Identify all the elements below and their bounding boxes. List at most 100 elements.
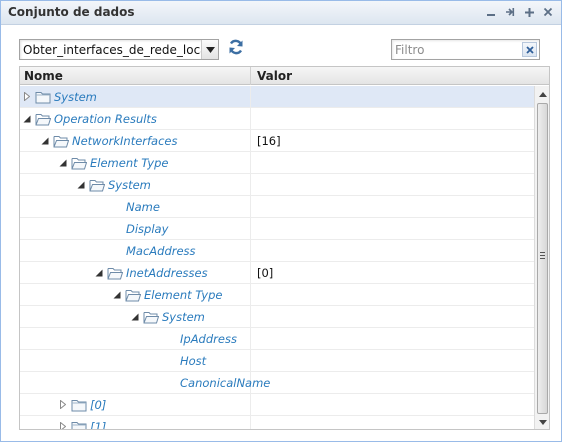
tree-node: Element Type xyxy=(112,284,222,305)
tree-node: NetworkInterfaces xyxy=(40,130,178,151)
tree-row[interactable]: InetAddresses [0] xyxy=(20,262,534,284)
tree-name-cell: [0] xyxy=(20,394,251,415)
tree-node: System xyxy=(76,174,151,195)
panel-titlebar: Conjunto de dados xyxy=(1,1,561,25)
tree-node: System xyxy=(22,86,97,107)
operation-select[interactable]: Obter_interfaces_de_rede_local xyxy=(19,39,219,60)
tree-row[interactable]: Host xyxy=(20,350,534,372)
tree-name-cell: Element Type xyxy=(20,152,251,173)
maximize-icon[interactable] xyxy=(522,5,536,19)
minimize-icon[interactable] xyxy=(484,5,498,19)
dataset-panel: Conjunto de dados Obter_interfaces_de_re… xyxy=(0,0,562,442)
tree-name-cell: Name xyxy=(20,196,251,217)
folder-open-icon xyxy=(35,112,52,126)
tree-name-cell: Host xyxy=(20,350,251,371)
vertical-scrollbar[interactable] xyxy=(534,86,549,429)
grid-header: Nome Valor xyxy=(20,67,549,85)
tree-node: [0] xyxy=(58,394,106,415)
expand-arrow-open-icon[interactable] xyxy=(40,136,50,146)
expand-arrow-open-icon[interactable] xyxy=(58,158,68,168)
column-header-value[interactable]: Valor xyxy=(257,69,292,83)
tree-node-label: InetAddresses xyxy=(126,265,208,280)
tree-row[interactable]: IpAddress xyxy=(20,328,534,350)
scroll-down-icon[interactable] xyxy=(535,414,549,429)
expand-arrow-closed-icon[interactable] xyxy=(22,92,32,102)
data-tree-grid: Nome Valor System Operation Results Networ… xyxy=(19,66,550,430)
column-header-name[interactable]: Nome xyxy=(24,69,63,83)
expand-arrow-closed-icon[interactable] xyxy=(58,422,68,429)
tree-node: Name xyxy=(126,196,160,217)
tree-node-label: System xyxy=(162,309,205,324)
chevron-down-icon[interactable] xyxy=(201,40,218,59)
tree-row[interactable]: System xyxy=(20,306,534,328)
tree-name-cell: System xyxy=(20,86,251,107)
tree-node-label: Name xyxy=(126,199,160,214)
folder-closed-icon xyxy=(35,90,51,104)
tree-node: IpAddress xyxy=(180,328,237,349)
folder-open-icon xyxy=(125,288,142,302)
panel-toolbar: Obter_interfaces_de_rede_local xyxy=(1,26,561,66)
tree-node: System xyxy=(130,306,205,327)
tree-node-label: [1] xyxy=(90,419,107,430)
tree-node-label: [0] xyxy=(90,397,107,412)
folder-closed-icon xyxy=(71,420,87,429)
tree-name-cell: System xyxy=(20,306,251,327)
tree-row[interactable]: Display xyxy=(20,218,534,240)
expand-arrow-open-icon[interactable] xyxy=(112,290,122,300)
pin-icon[interactable] xyxy=(503,5,517,19)
filter-input[interactable] xyxy=(395,42,520,57)
tree-node-label: CanonicalName xyxy=(180,375,271,390)
tree-name-cell: IpAddress xyxy=(20,328,251,349)
operation-select-value: Obter_interfaces_de_rede_local xyxy=(23,43,201,57)
tree-node: InetAddresses xyxy=(94,262,208,283)
expand-arrow-open-icon[interactable] xyxy=(130,312,140,322)
tree-row[interactable]: MacAddress xyxy=(20,240,534,262)
tree-name-cell: System xyxy=(20,174,251,195)
tree-row[interactable]: CanonicalName xyxy=(20,372,534,394)
tree-row[interactable]: System xyxy=(20,86,534,108)
folder-open-icon xyxy=(143,310,160,324)
tree-name-cell: Display xyxy=(20,218,251,239)
scroll-thumb[interactable] xyxy=(537,103,548,414)
tree-node-label: Operation Results xyxy=(54,111,157,126)
refresh-icon[interactable] xyxy=(227,38,245,56)
tree-node: Display xyxy=(126,218,168,239)
tree-node-label: System xyxy=(108,177,151,192)
column-divider[interactable] xyxy=(250,67,251,85)
folder-closed-icon xyxy=(71,398,87,412)
tree-node: CanonicalName xyxy=(180,372,270,393)
filter-field xyxy=(391,39,540,60)
folder-open-icon xyxy=(107,266,124,280)
tree-name-cell: NetworkInterfaces xyxy=(20,130,251,151)
tree-row[interactable]: Element Type xyxy=(20,152,534,174)
tree-name-cell: Element Type xyxy=(20,284,251,305)
tree-name-cell: MacAddress xyxy=(20,240,251,261)
folder-open-icon xyxy=(71,156,88,170)
tree-row[interactable]: [0] xyxy=(20,394,534,416)
tree-row[interactable]: NetworkInterfaces [16] xyxy=(20,130,534,152)
tree-name-cell: Operation Results xyxy=(20,108,251,129)
tree-row[interactable]: [1] xyxy=(20,416,534,430)
tree-row[interactable]: Element Type xyxy=(20,284,534,306)
tree-node: Element Type xyxy=(58,152,168,173)
tree-row[interactable]: System xyxy=(20,174,534,196)
tree-row[interactable]: Operation Results xyxy=(20,108,534,130)
clear-filter-icon[interactable] xyxy=(522,42,537,57)
expand-arrow-open-icon[interactable] xyxy=(22,114,32,124)
panel-title: Conjunto de dados xyxy=(8,5,135,19)
folder-open-icon xyxy=(53,134,70,148)
tree-name-cell: CanonicalName xyxy=(20,372,270,393)
tree-row[interactable]: Name xyxy=(20,196,534,218)
tree-node-label: MacAddress xyxy=(126,243,196,258)
expand-arrow-closed-icon[interactable] xyxy=(58,400,68,410)
tree-node-label: IpAddress xyxy=(180,331,237,346)
expand-arrow-open-icon[interactable] xyxy=(94,268,104,278)
close-icon[interactable] xyxy=(541,5,555,19)
expand-arrow-open-icon[interactable] xyxy=(76,180,86,190)
tree-value-cell: [16] xyxy=(257,134,281,148)
tree-node-label: Display xyxy=(126,221,169,236)
tree-node-label: System xyxy=(54,89,97,104)
panel-tools xyxy=(484,5,555,19)
scroll-up-icon[interactable] xyxy=(535,86,549,102)
tree-node: MacAddress xyxy=(126,240,196,261)
